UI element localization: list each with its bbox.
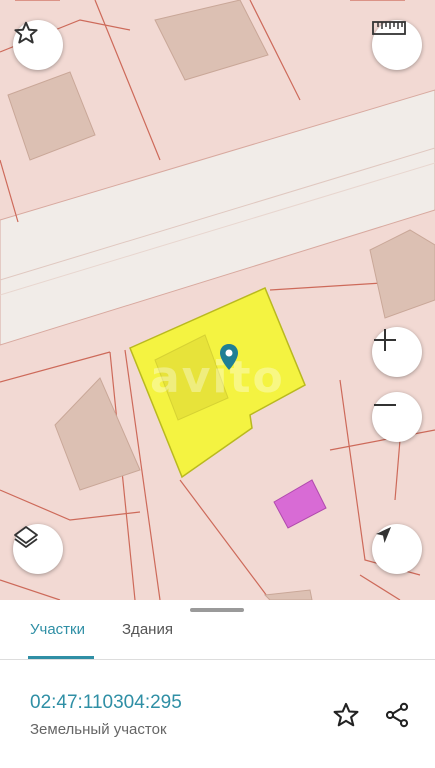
map-canvas[interactable]	[0, 0, 435, 600]
drag-handle[interactable]	[190, 608, 244, 612]
zoom-out-button[interactable]	[372, 392, 422, 442]
object-type-label: Земельный участок	[30, 721, 167, 738]
ruler-button[interactable]	[372, 20, 422, 70]
zoom-in-button[interactable]	[372, 327, 422, 377]
star-icon	[14, 21, 38, 44]
cadastral-number: 02:47:110304:295	[30, 692, 182, 713]
tab-buildings[interactable]: Здания	[122, 621, 173, 638]
map-view[interactable]: avito	[0, 0, 435, 600]
navigation-arrow-icon	[376, 527, 391, 543]
location-pin-icon[interactable]	[219, 343, 239, 371]
star-icon	[333, 702, 359, 727]
plus-icon	[374, 329, 396, 351]
share-button[interactable]	[382, 700, 412, 730]
ruler-icon	[372, 21, 406, 35]
favorite-button[interactable]	[13, 20, 63, 70]
locate-button[interactable]	[372, 524, 422, 574]
bottom-sheet[interactable]: Участки Здания 02:47:110304:295 Земельны…	[0, 600, 435, 768]
tab-divider	[0, 659, 435, 660]
layers-button[interactable]	[13, 524, 63, 574]
share-icon	[385, 702, 409, 728]
minus-icon	[374, 404, 396, 406]
tab-parcels[interactable]: Участки	[30, 621, 85, 638]
save-favorite-button[interactable]	[331, 700, 361, 730]
layers-icon	[14, 526, 38, 548]
